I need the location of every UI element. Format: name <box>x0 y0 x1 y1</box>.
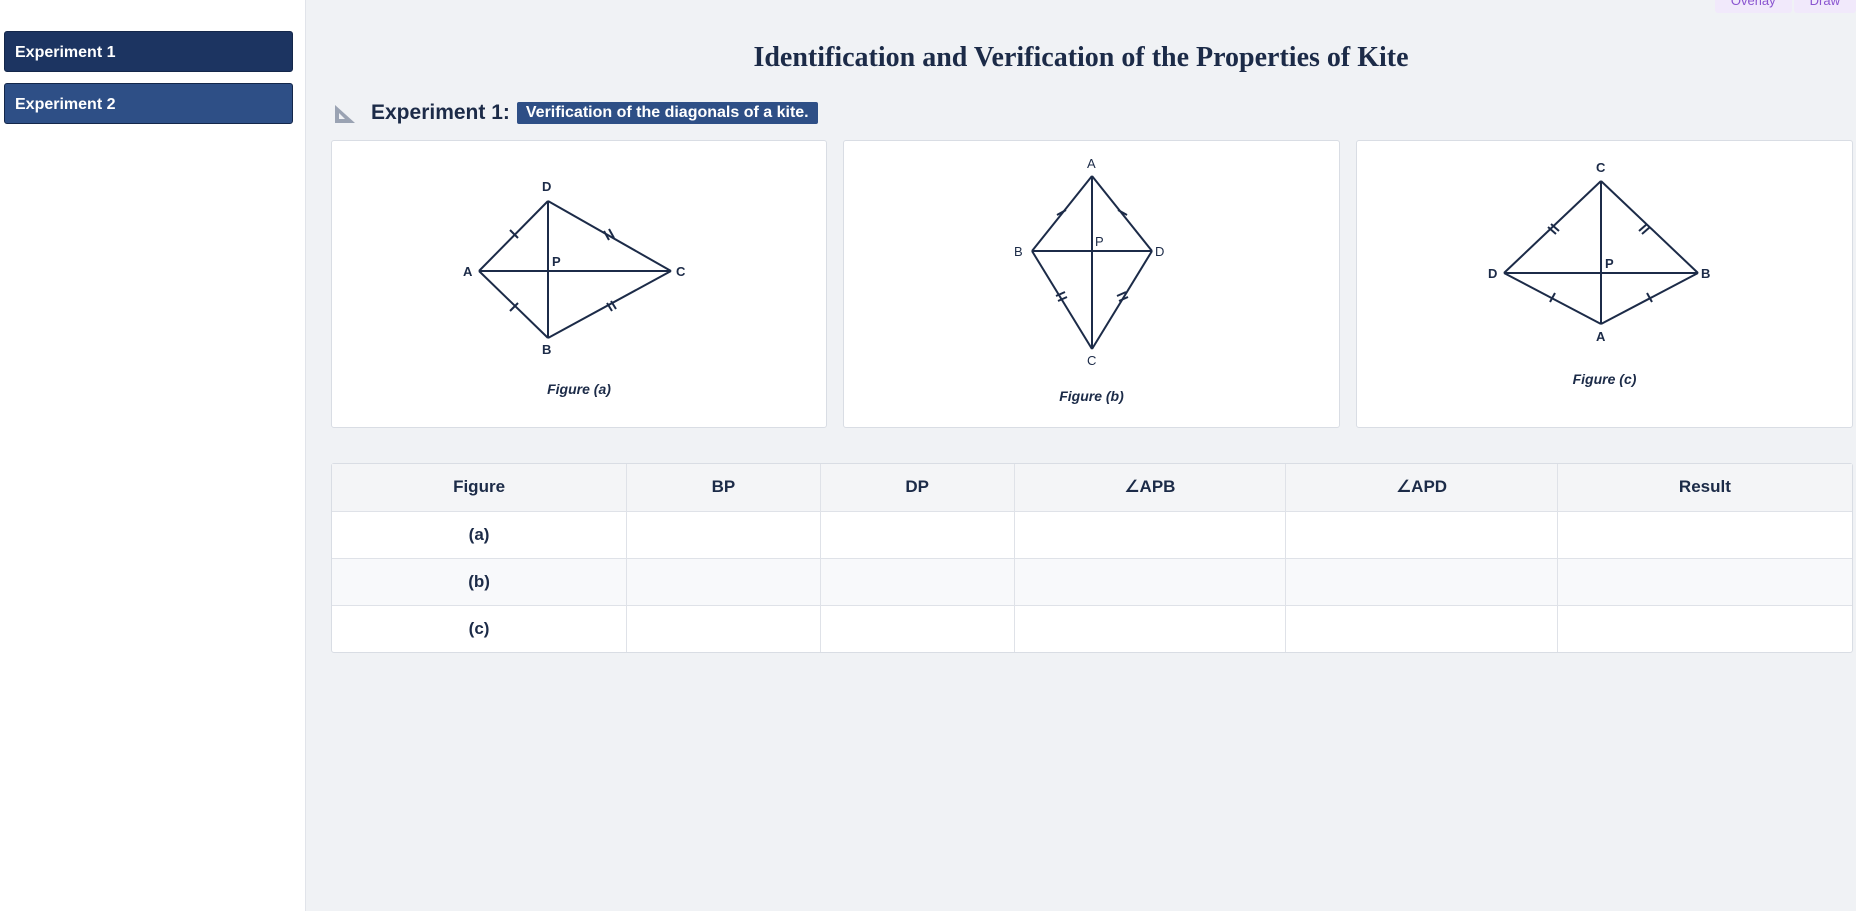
table-header-row: Figure BP DP ∠APB ∠APD Result <box>332 464 1852 512</box>
vertex-top-b: A <box>1087 156 1096 171</box>
center-label-c: P <box>1605 256 1614 271</box>
vertex-left-a: A <box>463 264 473 279</box>
vertex-right-a: C <box>676 264 686 279</box>
figure-card-a: D A C B P Figure (a) <box>331 140 827 428</box>
cell-result[interactable] <box>1557 558 1852 606</box>
col-header-bp: BP <box>626 464 821 512</box>
vertex-left-b: B <box>1014 244 1023 259</box>
cell-result[interactable] <box>1557 511 1852 559</box>
vertex-right-b: D <box>1155 244 1164 259</box>
sidebar: Experiment 1 Experiment 2 <box>0 0 306 911</box>
sidebar-item-experiment-1[interactable]: Experiment 1 <box>4 31 293 72</box>
overlay-button[interactable]: Overlay <box>1714 0 1792 13</box>
cell-figure: (b) <box>332 558 628 606</box>
cell-apd[interactable] <box>1285 605 1558 652</box>
figure-card-c: C D B A P Figure (c) <box>1356 140 1853 428</box>
page-title: Identification and Verification of the P… <box>753 42 1409 73</box>
cell-apb[interactable] <box>1014 511 1287 559</box>
figure-caption-c: Figure (c) <box>1572 371 1637 387</box>
cell-dp[interactable] <box>820 511 1015 559</box>
cell-bp[interactable] <box>626 558 821 606</box>
vertex-bottom-a: B <box>542 342 551 357</box>
center-label-a: P <box>552 254 561 269</box>
table-row: (c) <box>332 605 1852 652</box>
top-toolbar: Overlay Draw <box>1713 0 1856 13</box>
vertex-top-a: D <box>542 179 551 194</box>
cell-apd[interactable] <box>1285 511 1558 559</box>
figure-card-b: A B D C P Figure (b) <box>843 140 1340 428</box>
vertex-bottom-c: A <box>1596 329 1606 344</box>
figure-caption-a: Figure (a) <box>547 381 611 397</box>
cell-figure: (c) <box>332 605 628 652</box>
cell-result[interactable] <box>1557 605 1852 652</box>
overlay-button-label: Overlay <box>1730 0 1776 8</box>
col-header-result: Result <box>1557 464 1852 512</box>
experiment-label: Experiment 1: <box>371 101 510 124</box>
table-row: (b) <box>332 558 1852 606</box>
cell-figure: (a) <box>332 511 628 559</box>
experiment-description: Verification of the diagonals of a kite. <box>516 102 818 124</box>
vertex-top-c: C <box>1596 160 1606 175</box>
cell-apb[interactable] <box>1014 558 1287 606</box>
table-row: (a) <box>332 511 1852 559</box>
cell-bp[interactable] <box>626 511 821 559</box>
cell-apd[interactable] <box>1285 558 1558 606</box>
vertex-right-c: B <box>1701 266 1710 281</box>
set-square-icon <box>335 105 355 123</box>
experiment-header: Experiment 1: Verification of the diagon… <box>333 100 818 126</box>
figure-caption-b: Figure (b) <box>1059 388 1124 404</box>
vertex-left-c: D <box>1488 266 1497 281</box>
draw-button-label: Draw <box>1809 0 1840 8</box>
col-header-apb: ∠APB <box>1014 464 1287 512</box>
vertex-bottom-b: C <box>1087 353 1096 368</box>
col-header-dp: DP <box>820 464 1015 512</box>
cell-bp[interactable] <box>626 605 821 652</box>
cell-apb[interactable] <box>1014 605 1287 652</box>
kite-figure-b: A B D C P <box>1014 156 1164 368</box>
col-header-figure: Figure <box>332 464 628 512</box>
center-label-b: P <box>1095 234 1104 249</box>
draw-button[interactable]: Draw <box>1793 0 1856 13</box>
cell-dp[interactable] <box>820 605 1015 652</box>
results-table: Figure BP DP ∠APB ∠APD Result (a) (b) (c… <box>331 463 1853 653</box>
cell-dp[interactable] <box>820 558 1015 606</box>
sidebar-item-experiment-2[interactable]: Experiment 2 <box>4 83 293 124</box>
col-header-apd: ∠APD <box>1285 464 1558 512</box>
